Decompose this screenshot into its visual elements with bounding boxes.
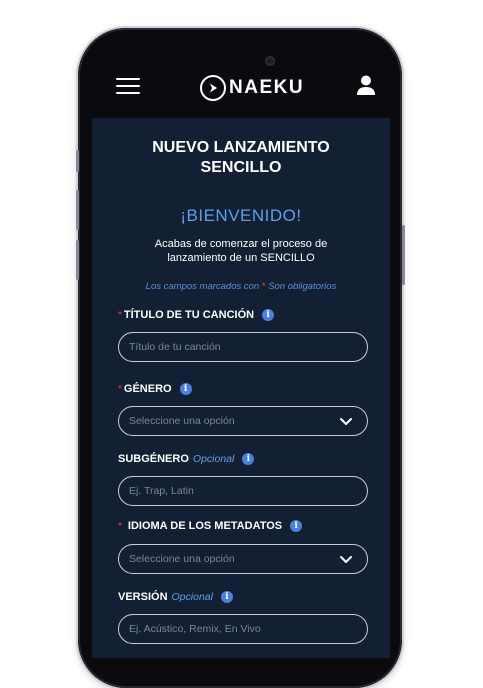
required-marker: * bbox=[118, 520, 122, 532]
page-title-line2: SENCILLO bbox=[200, 159, 282, 176]
song-title-label-text: TÍTULO DE TU CANCIÓN bbox=[123, 309, 255, 321]
metadata-language-select[interactable]: Seleccione una opción bbox=[118, 544, 368, 574]
intro-text: Acabas de comenzar el proceso de lanzami… bbox=[154, 238, 328, 264]
subgenre-label-text: SUBGÉNERO bbox=[118, 453, 189, 465]
hamburger-menu-icon[interactable] bbox=[116, 76, 140, 96]
chevron-down-icon[interactable] bbox=[339, 417, 353, 427]
info-icon[interactable]: i bbox=[290, 520, 303, 532]
subgenre-field[interactable] bbox=[118, 476, 368, 506]
info-icon[interactable]: i bbox=[179, 383, 192, 395]
naeku-logo-icon bbox=[200, 75, 226, 101]
user-icon[interactable] bbox=[356, 74, 376, 98]
front-camera bbox=[265, 56, 275, 66]
subgenre-input[interactable] bbox=[119, 477, 367, 505]
phone-side-button bbox=[76, 150, 79, 172]
phone-power-button bbox=[402, 225, 405, 285]
version-label-text: VERSIÓN bbox=[118, 591, 168, 603]
required-star: * bbox=[261, 281, 266, 292]
phone-volume-up-button bbox=[76, 190, 79, 230]
page-title: NUEVO LANZAMIENTO SENCILLO bbox=[92, 138, 390, 178]
chevron-down-icon[interactable] bbox=[339, 555, 353, 565]
welcome-heading: ¡BIENVENIDO! bbox=[180, 206, 302, 225]
version-field[interactable] bbox=[118, 614, 368, 644]
app-screen: NUEVO LANZAMIENTO SENCILLO ¡BIENVENIDO! … bbox=[92, 118, 390, 658]
app-logo[interactable]: NAEKU bbox=[200, 72, 304, 104]
genre-select-placeholder: Seleccione una opción bbox=[129, 415, 235, 427]
metadata-language-label: * IDIOMA DE LOS METADATOS i bbox=[118, 520, 303, 532]
metadata-language-label-text: IDIOMA DE LOS METADATOS bbox=[127, 520, 283, 532]
genre-select[interactable]: Seleccione una opción bbox=[118, 406, 368, 436]
page-title-line1: NUEVO LANZAMIENTO bbox=[152, 139, 330, 156]
optional-marker: Opcional bbox=[192, 453, 235, 465]
version-label: VERSIÓN Opcional i bbox=[118, 591, 233, 603]
song-title-input[interactable] bbox=[119, 333, 367, 361]
info-icon[interactable]: i bbox=[242, 453, 255, 465]
song-title-field[interactable] bbox=[118, 332, 368, 362]
genre-label-text: GÉNERO bbox=[123, 383, 172, 395]
song-title-label: * TÍTULO DE TU CANCIÓN i bbox=[118, 309, 275, 321]
app-header: NAEKU bbox=[92, 66, 390, 110]
info-icon[interactable]: i bbox=[262, 309, 275, 321]
version-input[interactable] bbox=[119, 615, 367, 643]
required-marker: * bbox=[118, 383, 122, 395]
phone-volume-down-button bbox=[76, 240, 79, 280]
info-icon[interactable]: i bbox=[220, 591, 233, 603]
optional-marker: Opcional bbox=[171, 591, 213, 603]
required-note-suffix: Son obligatorios bbox=[268, 281, 337, 292]
subgenre-label: SUBGÉNERO Opcional i bbox=[118, 453, 255, 465]
required-fields-note: Los campos marcados con * Son obligatori… bbox=[92, 281, 390, 292]
required-note-prefix: Los campos marcados con bbox=[145, 281, 260, 292]
required-marker: * bbox=[118, 309, 122, 321]
language-select-placeholder: Seleccione una opción bbox=[129, 553, 235, 565]
genre-label: * GÉNERO i bbox=[118, 383, 192, 395]
logo-text: NAEKU bbox=[229, 77, 305, 98]
